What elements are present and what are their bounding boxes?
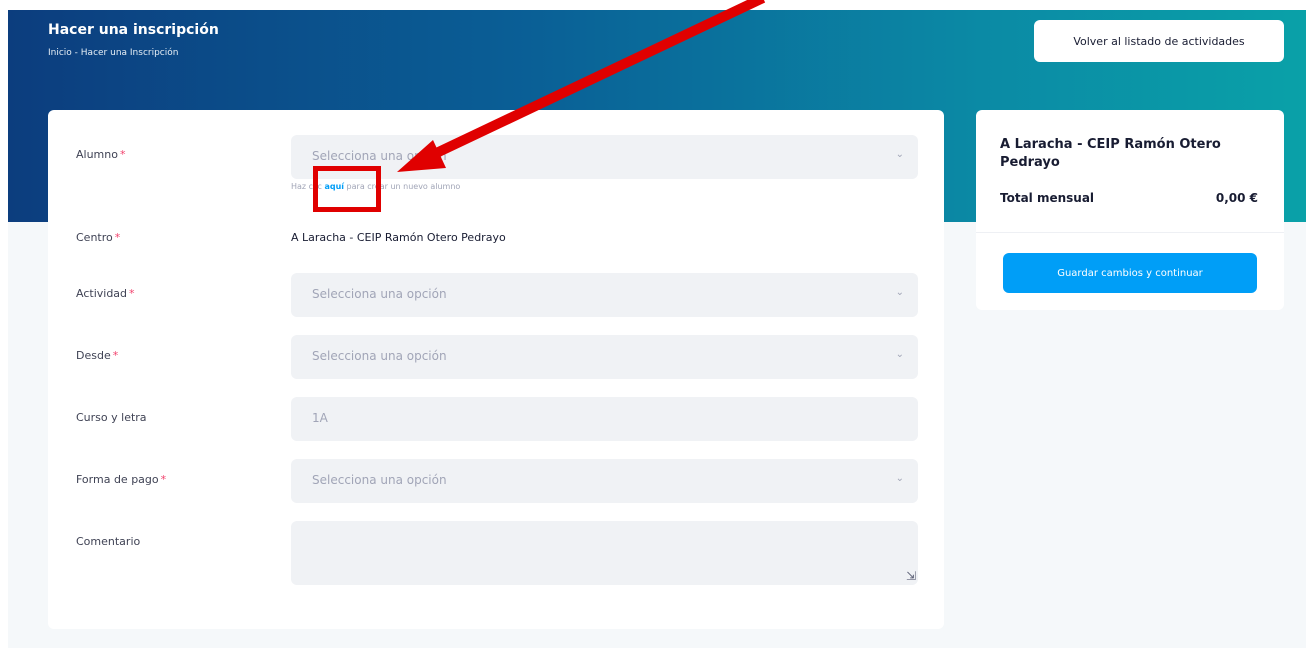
breadcrumb[interactable]: Inicio - Hacer una Inscripción bbox=[48, 48, 178, 58]
back-to-activities-button[interactable]: Volver al listado de actividades bbox=[1034, 20, 1284, 62]
total-label: Total mensual bbox=[1000, 191, 1095, 205]
alumno-select[interactable]: Selecciona una opción ⌄ bbox=[291, 135, 918, 179]
actividad-label: Actividad * bbox=[76, 287, 135, 300]
actividad-select[interactable]: Selecciona una opción ⌄ bbox=[291, 273, 918, 317]
required-mark: * bbox=[114, 231, 121, 244]
curso-label: Curso y letra bbox=[76, 411, 147, 424]
summary-divider bbox=[976, 232, 1284, 233]
total-value: 0,00 € bbox=[1215, 191, 1258, 205]
required-mark: * bbox=[160, 473, 167, 486]
desde-select[interactable]: Selecciona una opción ⌄ bbox=[291, 335, 918, 379]
alumno-select-placeholder: Selecciona una opción bbox=[312, 149, 447, 163]
alumno-label: Alumno * bbox=[76, 148, 126, 161]
required-mark: * bbox=[112, 349, 119, 362]
comentario-label: Comentario bbox=[76, 535, 141, 548]
desde-select-placeholder: Selecciona una opción bbox=[312, 349, 447, 363]
chevron-down-icon: ⌄ bbox=[895, 349, 904, 360]
curso-input[interactable]: 1A bbox=[291, 397, 918, 441]
chevron-down-icon: ⌄ bbox=[895, 287, 904, 298]
desde-label: Desde * bbox=[76, 349, 119, 362]
forma-pago-select-placeholder: Selecciona una opción bbox=[312, 473, 447, 487]
required-mark: * bbox=[129, 287, 135, 300]
centro-value: A Laracha - CEIP Ramón Otero Pedrayo bbox=[291, 231, 506, 244]
page-title: Hacer una inscripción bbox=[48, 22, 219, 38]
forma-pago-select[interactable]: Selecciona una opción ⌄ bbox=[291, 459, 918, 503]
required-mark: * bbox=[119, 148, 126, 161]
chevron-down-icon: ⌄ bbox=[895, 473, 904, 484]
save-and-continue-button[interactable]: Guardar cambios y continuar bbox=[1003, 253, 1257, 293]
resize-grip-icon[interactable]: ⇲ bbox=[906, 569, 916, 583]
summary-title: A Laracha - CEIP Ramón Otero Pedrayo bbox=[1000, 137, 1221, 170]
annotation-highlight-box bbox=[313, 166, 381, 212]
chevron-down-icon: ⌄ bbox=[895, 149, 904, 160]
comentario-textarea[interactable]: ⇲ bbox=[291, 521, 918, 585]
forma-pago-label: Forma de pago * bbox=[76, 473, 167, 486]
centro-label: Centro * bbox=[76, 231, 121, 244]
actividad-select-placeholder: Selecciona una opción bbox=[312, 287, 447, 301]
curso-input-placeholder: 1A bbox=[312, 411, 328, 425]
